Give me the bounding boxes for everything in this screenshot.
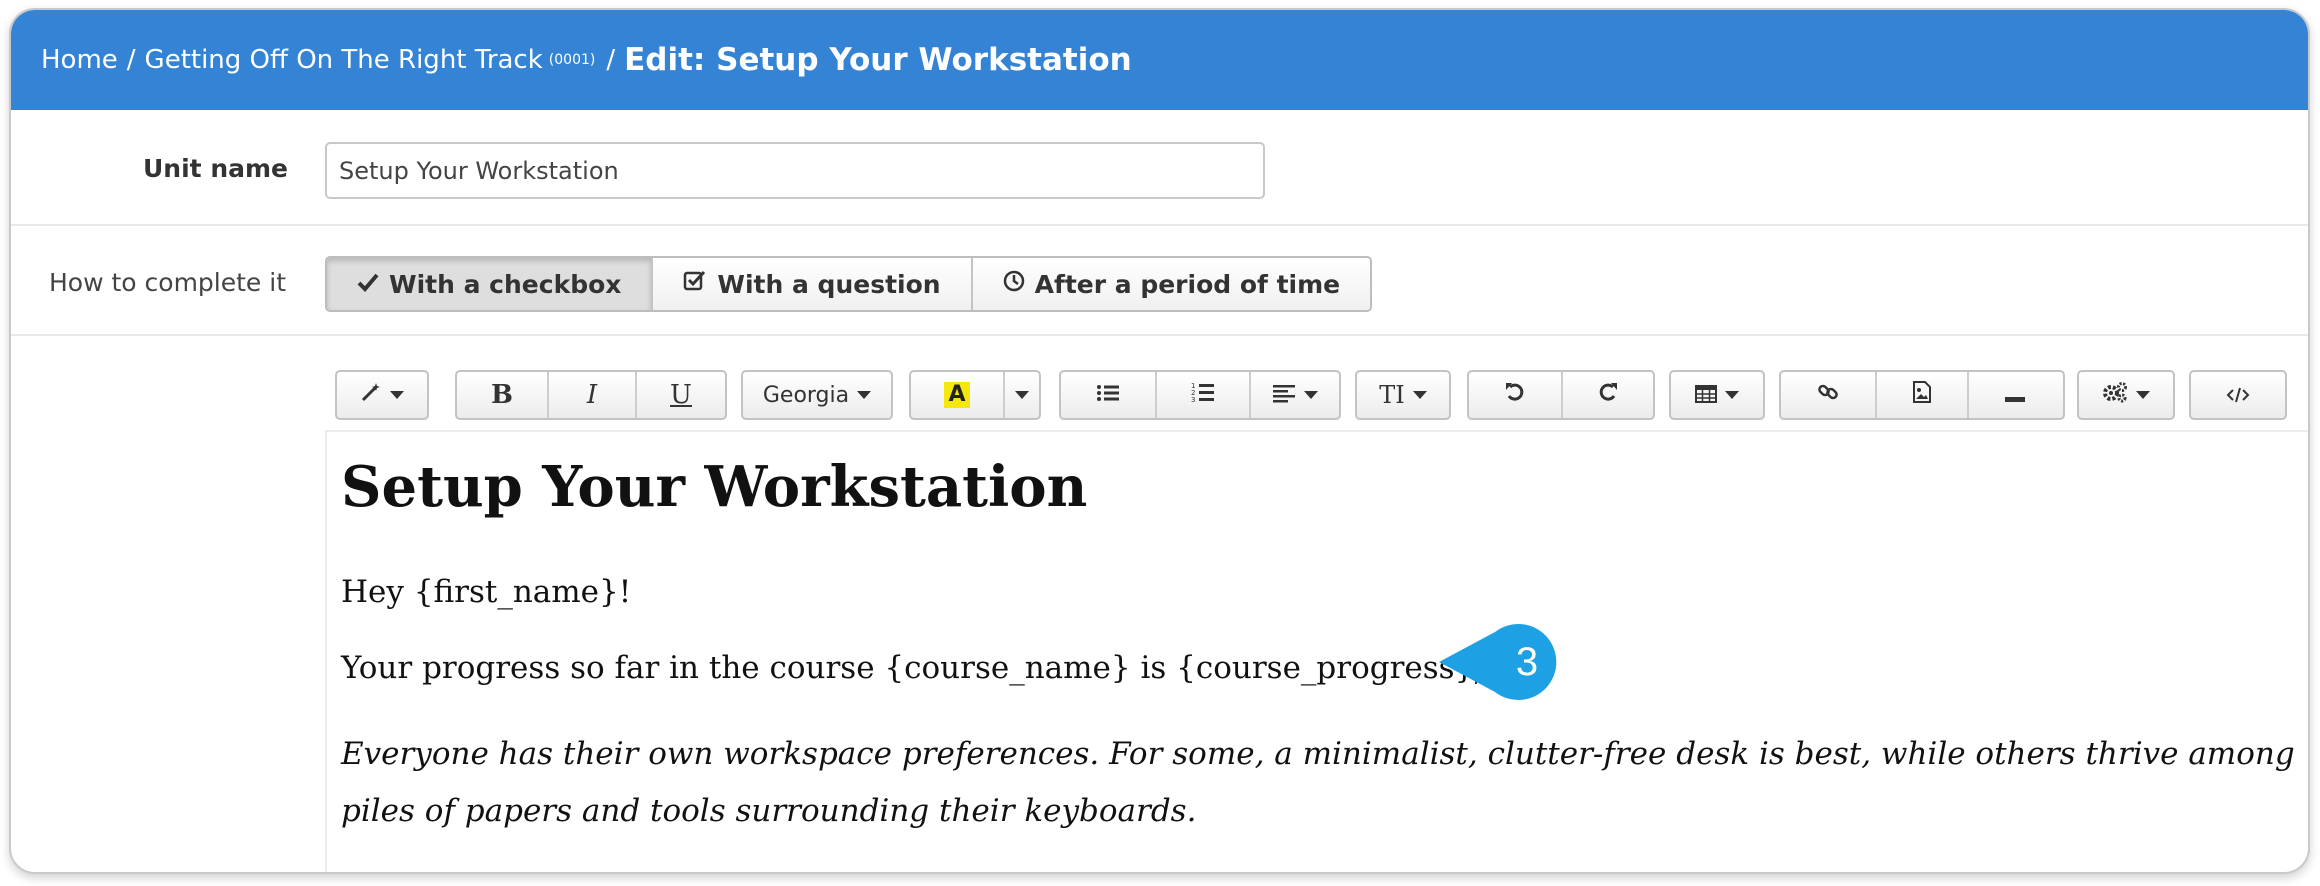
code-view-button[interactable] <box>2191 372 2285 418</box>
breadcrumb: Home / Getting Off On The Right Track (0… <box>11 10 2308 110</box>
font-family-value: Georgia <box>762 382 850 408</box>
align-left-icon <box>1272 381 1296 409</box>
insert-group <box>1779 370 2065 420</box>
history-group <box>1467 370 1655 420</box>
unit-name-row: Unit name <box>11 110 2308 226</box>
content-progress-text: Your progress so far in the course {cour… <box>341 650 1475 686</box>
code-icon <box>2226 381 2250 409</box>
content-heading: Setup Your Workstation <box>341 454 1088 520</box>
chevron-down-icon <box>857 391 872 399</box>
font-size-group: TI <box>1355 370 1451 420</box>
numbered-list-button[interactable]: 123 <box>1155 372 1249 418</box>
image-icon <box>1912 381 1932 409</box>
options-group <box>2077 370 2175 420</box>
completion-options: With a checkbox With a question After a … <box>325 256 1373 312</box>
step-callout-number: 3 <box>1516 640 1538 684</box>
insert-link-button[interactable] <box>1781 372 1875 418</box>
completion-label: How to complete it <box>49 268 286 297</box>
style-dropdown-button[interactable] <box>337 372 427 418</box>
undo-button[interactable] <box>1469 372 1561 418</box>
content-greeting: Hey {first_name}! <box>341 574 632 610</box>
numbered-list-icon: 123 <box>1191 381 1215 409</box>
code-view-group <box>2189 370 2287 420</box>
table-icon <box>1695 381 1717 409</box>
style-group <box>335 370 429 420</box>
highlight-color-button[interactable]: A <box>911 372 1003 418</box>
bullet-list-button[interactable] <box>1061 372 1155 418</box>
checkbox-icon <box>683 270 707 298</box>
chevron-down-icon <box>1412 391 1427 399</box>
breadcrumb-separator: / <box>126 45 136 75</box>
clock-icon <box>1003 270 1025 298</box>
content-progress-line: Your progress so far in the course {cour… <box>341 650 1478 686</box>
completion-option-checkbox[interactable]: With a checkbox <box>327 258 652 310</box>
completion-option-label: With a question <box>717 269 941 299</box>
page-title: Edit: Setup Your Workstation <box>624 42 1132 78</box>
italic-button[interactable]: I <box>547 372 635 418</box>
font-family-dropdown[interactable]: Georgia <box>743 372 891 418</box>
content-paragraph: Everyone has their own workspace prefere… <box>341 736 2295 829</box>
magic-wand-icon <box>360 381 382 409</box>
breadcrumb-separator: / <box>606 45 616 75</box>
breadcrumb-home[interactable]: Home <box>41 45 118 75</box>
completion-option-label: With a checkbox <box>389 269 622 299</box>
bold-button[interactable]: B <box>457 372 547 418</box>
redo-icon <box>1597 381 1619 409</box>
table-dropdown-button[interactable] <box>1671 372 1763 418</box>
chevron-down-icon <box>390 391 404 399</box>
chevron-down-icon <box>1304 391 1318 399</box>
chevron-down-icon <box>2136 391 2150 399</box>
bold-icon: B <box>491 380 513 410</box>
chevron-down-icon <box>1725 391 1739 399</box>
font-size-icon: TI <box>1379 381 1405 409</box>
breadcrumb-course-code: (0001) <box>548 52 596 68</box>
bullet-list-icon <box>1096 381 1120 409</box>
options-dropdown-button[interactable] <box>2079 372 2173 418</box>
table-group <box>1669 370 1765 420</box>
gears-icon <box>2102 381 2128 409</box>
undo-icon <box>1504 381 1526 409</box>
align-dropdown-button[interactable] <box>1249 372 1339 418</box>
link-icon <box>1817 381 1839 409</box>
insert-image-button[interactable] <box>1875 372 1967 418</box>
underline-icon: U <box>670 380 692 410</box>
completion-option-question[interactable]: With a question <box>651 258 971 310</box>
rich-text-editor[interactable]: Setup Your Workstation Hey {first_name}!… <box>325 430 2308 872</box>
font-size-dropdown[interactable]: TI <box>1357 372 1449 418</box>
horizontal-rule-button[interactable] <box>1967 372 2061 418</box>
completion-option-time[interactable]: After a period of time <box>970 258 1371 310</box>
completion-row: How to complete it With a checkbox With … <box>11 226 2308 336</box>
paragraph-group: 123 <box>1059 370 1341 420</box>
step-callout-marker: 3 <box>1439 624 1557 700</box>
unit-editor-card: Home / Getting Off On The Right Track (0… <box>9 8 2310 874</box>
redo-button[interactable] <box>1561 372 1653 418</box>
breadcrumb-course[interactable]: Getting Off On The Right Track <box>145 45 543 75</box>
highlight-color-dropdown[interactable] <box>1003 372 1039 418</box>
svg-text:3: 3 <box>1191 396 1195 403</box>
italic-icon: I <box>586 380 598 410</box>
unit-name-input[interactable] <box>325 142 1265 199</box>
highlight-group: A <box>909 370 1041 420</box>
text-format-group: B I U <box>455 370 727 420</box>
check-icon <box>357 270 379 298</box>
highlight-icon: A <box>944 382 970 408</box>
completion-option-label: After a period of time <box>1034 269 1341 299</box>
font-group: Georgia <box>741 370 893 420</box>
unit-name-label: Unit name <box>143 154 288 183</box>
horizontal-rule-icon <box>2005 381 2025 409</box>
chevron-down-icon <box>1015 391 1029 399</box>
underline-button[interactable]: U <box>635 372 725 418</box>
